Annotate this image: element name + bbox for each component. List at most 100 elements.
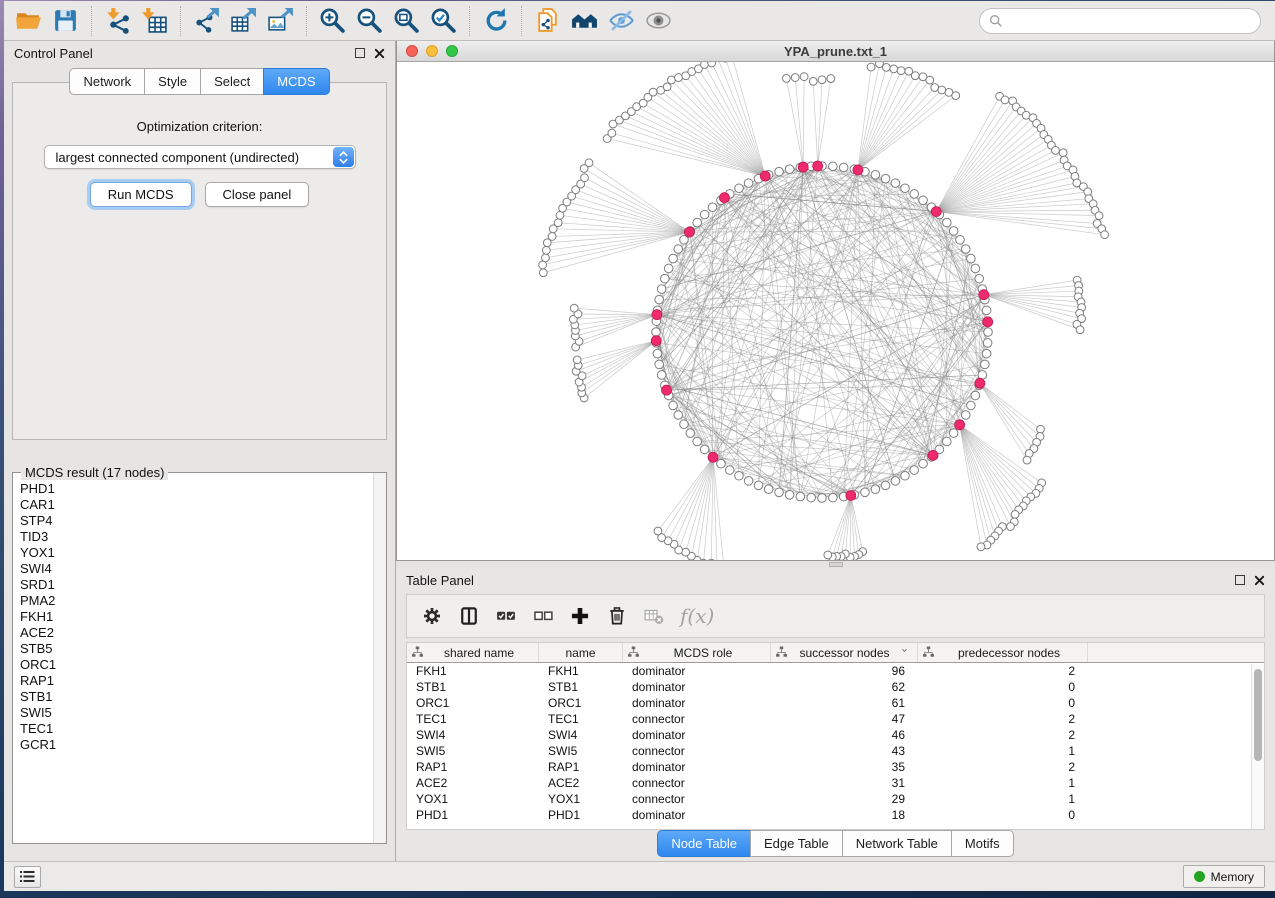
table-cell[interactable]: SWI4 [539,727,623,743]
network-node[interactable] [1007,523,1015,531]
table-cell[interactable]: 2 [918,727,1088,743]
network-node[interactable] [901,184,910,193]
network-node[interactable] [867,63,875,71]
export-image-button[interactable] [262,4,299,38]
network-node[interactable] [1011,511,1019,519]
zoom-selected-button[interactable] [425,4,462,38]
network-node[interactable] [943,437,952,446]
network-node[interactable] [717,459,726,468]
network-node[interactable] [707,559,715,560]
network-node[interactable] [782,74,790,82]
column-header-name[interactable]: name [539,643,623,662]
network-node[interactable] [891,477,900,486]
dominator-node[interactable] [760,171,770,181]
float-icon[interactable] [355,48,365,58]
network-node[interactable] [871,485,880,494]
dominator-node[interactable] [853,165,863,175]
horizontal-splitter[interactable] [396,561,1275,568]
hide-selected-button[interactable] [603,4,640,38]
table-cell[interactable]: 0 [918,679,1088,695]
dominator-node[interactable] [708,452,718,462]
network-node[interactable] [669,254,678,263]
zoom-out-button[interactable] [351,4,388,38]
criterion-select[interactable]: largest connected component (undirected) [44,145,356,169]
table-cell[interactable]: STB1 [407,679,539,695]
network-node[interactable] [744,179,753,188]
network-node[interactable] [800,73,808,81]
network-node[interactable] [871,171,880,180]
network-node[interactable] [891,179,900,188]
network-node[interactable] [1076,326,1084,334]
table-row[interactable]: ORC1ORC1dominator610 [407,695,1264,711]
table-row[interactable]: SWI5SWI5connector431 [407,743,1264,759]
dominator-node[interactable] [975,378,985,388]
dominator-node[interactable] [928,450,938,460]
network-node[interactable] [657,285,666,294]
network-node[interactable] [701,62,709,68]
network-node[interactable] [911,72,919,80]
network-node[interactable] [693,437,702,446]
network-node[interactable] [982,349,991,358]
network-node[interactable] [573,356,581,364]
network-node[interactable] [708,62,716,67]
column-header-successor-nodes[interactable]: successor nodes [771,643,918,662]
close-icon[interactable] [374,48,385,59]
network-node[interactable] [539,269,547,277]
network-node[interactable] [982,306,991,315]
network-node[interactable] [754,481,763,490]
network-node[interactable] [744,477,753,486]
network-node[interactable] [669,401,678,410]
table-cell[interactable]: 35 [771,759,918,775]
network-node[interactable] [661,274,670,283]
table-cell[interactable]: 61 [771,695,918,711]
network-node[interactable] [949,227,958,236]
dominator-node[interactable] [662,385,672,395]
table-cell[interactable]: 96 [771,663,918,679]
table-cell[interactable]: dominator [623,759,771,775]
dominator-node[interactable] [983,317,993,327]
float-icon[interactable] [1235,575,1245,585]
splitter-grip[interactable] [829,562,843,567]
show-all-button[interactable] [640,4,677,38]
export-table-button[interactable] [225,4,262,38]
network-node[interactable] [764,485,773,494]
table-cell[interactable]: dominator [623,663,771,679]
table-cell[interactable]: FKH1 [407,663,539,679]
dominator-node[interactable] [719,193,729,203]
search-field[interactable] [979,8,1261,34]
tab-mcds[interactable]: MCDS [263,68,329,95]
network-node[interactable] [1101,231,1109,239]
run-mcds-button[interactable]: Run MCDS [90,182,192,207]
table-cell[interactable]: 62 [771,679,918,695]
network-node[interactable] [663,83,671,91]
table-cell[interactable]: dominator [623,727,771,743]
network-node[interactable] [971,264,980,273]
tab-network[interactable]: Network [69,68,144,95]
table-row[interactable]: ACE2ACE2connector311 [407,775,1264,791]
mcds-result-item[interactable]: YOX1 [20,545,373,561]
dominator-node[interactable] [652,310,662,320]
copy-share-button[interactable] [529,4,566,38]
table-cell[interactable]: 46 [771,727,918,743]
table-cell[interactable]: 2 [918,759,1088,775]
save-session-button[interactable] [47,4,84,38]
mcds-result-item[interactable]: SWI5 [20,705,373,721]
tab-edge-table[interactable]: Edge Table [750,830,842,857]
network-node[interactable] [901,471,910,480]
column-header-predecessor-nodes[interactable]: predecessor nodes [918,643,1088,662]
table-cell[interactable]: SWI5 [539,743,623,759]
table-row[interactable]: SWI4SWI4dominator462 [407,727,1264,743]
table-cell[interactable]: ACE2 [407,775,539,791]
network-node[interactable] [542,254,550,262]
delete-row-button[interactable] [606,605,628,627]
network-node[interactable] [961,411,970,420]
network-node[interactable] [735,184,744,193]
mcds-result-item[interactable]: TID3 [20,529,373,545]
network-node[interactable] [693,218,702,227]
memory-button[interactable]: Memory [1183,865,1265,888]
network-node[interactable] [919,196,928,205]
mcds-result-item[interactable]: ACE2 [20,625,373,641]
table-scrollbar[interactable] [1251,664,1264,829]
table-cell[interactable]: connector [623,711,771,727]
table-cell[interactable]: 2 [918,711,1088,727]
